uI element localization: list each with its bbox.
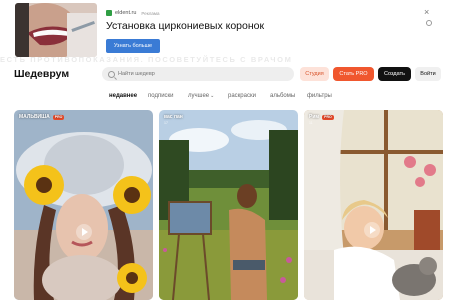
ad-learn-more-button[interactable]: Узнать больше [106, 39, 160, 53]
search-input[interactable] [118, 71, 278, 77]
ad-label: Реклама [141, 10, 160, 16]
tab-best[interactable]: лучшее⌄ [188, 93, 214, 99]
close-icon[interactable]: × [424, 8, 429, 17]
card-author[interactable]: вас пан [164, 114, 183, 120]
play-icon[interactable] [364, 222, 380, 238]
tab-subscriptions[interactable]: подписки [148, 93, 174, 99]
chevron-down-icon: ⌄ [210, 93, 215, 99]
tab-coloring[interactable]: раскраски [228, 93, 256, 99]
artwork-card[interactable]: МАЛЬВИША PRO [14, 110, 153, 300]
site-header: Шедеврум Студия Стать PRO Создать Войти [0, 62, 456, 88]
pro-badge: PRO [322, 114, 334, 120]
card-meta: 11 [309, 121, 313, 125]
ad-domain-row[interactable]: eldent.ru Реклама [106, 8, 159, 18]
ad-title[interactable]: Установка циркониевых коронок [106, 20, 264, 32]
play-icon[interactable] [76, 224, 92, 240]
card-author[interactable]: МАЛЬВИША PRO [19, 114, 65, 120]
studio-button[interactable]: Студия [300, 67, 329, 81]
create-button[interactable]: Создать [378, 67, 411, 81]
artwork-card[interactable]: вас пан 17 [159, 110, 298, 300]
tab-filters[interactable]: фильтры [307, 93, 332, 99]
artwork-image [159, 110, 298, 300]
tab-albums[interactable]: альбомы [270, 93, 295, 99]
info-icon[interactable] [426, 20, 432, 26]
artwork-card[interactable]: Рим PRO 11 [304, 110, 443, 300]
search-icon [108, 70, 115, 78]
ad-favicon-icon [106, 10, 112, 16]
ad-banner[interactable]: eldent.ru Реклама Установка циркониевых … [0, 0, 456, 64]
ad-image[interactable] [15, 3, 97, 57]
card-author-name: вас пан [164, 114, 183, 120]
tab-recent[interactable]: недавнее [109, 93, 137, 99]
login-button[interactable]: Войти [415, 67, 441, 81]
artwork-image [14, 110, 153, 300]
pro-badge: PRO [52, 114, 65, 120]
artwork-image [304, 110, 443, 300]
card-author[interactable]: Рим PRO [309, 114, 334, 120]
tab-best-label: лучшее [188, 93, 210, 99]
become-pro-button[interactable]: Стать PRO [333, 67, 374, 81]
search-bar[interactable] [102, 67, 294, 81]
card-author-name: МАЛЬВИША [19, 114, 50, 120]
card-meta: 17 [164, 121, 168, 125]
feed-tabs: недавнее подписки лучшее⌄ раскраски альб… [0, 90, 456, 104]
card-author-name: Рим [309, 114, 320, 120]
site-logo[interactable]: Шедеврум [14, 68, 69, 80]
ad-domain[interactable]: eldent.ru [115, 10, 136, 16]
